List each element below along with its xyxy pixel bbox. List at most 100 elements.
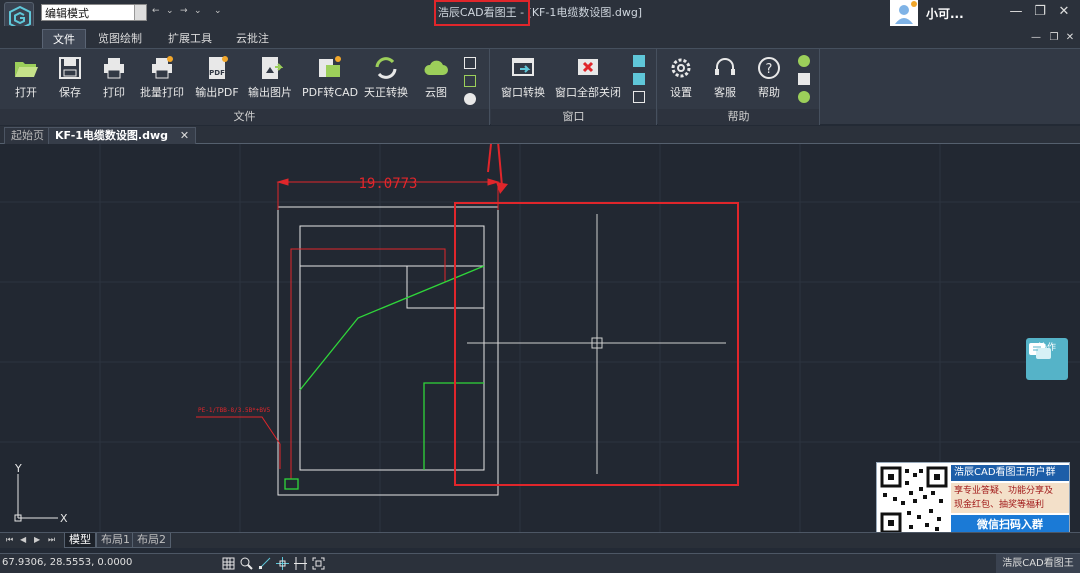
pdf-to-cad-label: PDF转CAD [302, 86, 359, 99]
window-switch-button[interactable]: 窗口转换 [497, 55, 549, 107]
open-button[interactable]: 打开 [8, 55, 44, 107]
ribbon-close-button[interactable]: ✕ [1060, 28, 1080, 48]
restore-button[interactable]: ❐ [1030, 2, 1050, 22]
ad-header: 浩辰CAD看图王用户群 [951, 465, 1069, 481]
avatar[interactable] [890, 0, 918, 26]
new-file-icon[interactable] [464, 57, 476, 69]
pdf-export-icon: PDF [209, 56, 228, 79]
customer-service-button[interactable]: 客服 [708, 55, 742, 107]
tab-cloud-annotation[interactable]: 云批注 [226, 29, 279, 48]
customize-quick-access-icon[interactable]: ⌄ [214, 6, 222, 16]
axis-x-label: X [60, 512, 68, 525]
close-all-windows-button[interactable]: 窗口全部关闭 [553, 55, 623, 107]
tab-model[interactable]: 模型 [64, 533, 96, 548]
window-group-label: 窗口 [491, 109, 656, 125]
printer-icon [104, 58, 124, 79]
cascade-icon[interactable] [633, 91, 645, 103]
prev-layout-icon[interactable]: ◀ [20, 535, 26, 544]
tab-layout1[interactable]: 布局1 [96, 533, 135, 548]
export-image-button[interactable]: 输出图片 [246, 55, 294, 107]
mode-dropdown-value: 编辑模式 [45, 7, 89, 20]
crosshair-cursor [467, 214, 726, 474]
cloud-upload-icon[interactable] [464, 75, 476, 87]
customer-service-label: 客服 [714, 86, 736, 99]
export-image-label: 输出图片 [248, 86, 292, 99]
status-brand: 浩辰CAD看图王 [996, 554, 1080, 573]
annotation-text: PE-1/TBB-8/3.5B*+BV5 [198, 407, 271, 414]
zoom-icon[interactable] [240, 557, 253, 570]
pdf-to-cad-button[interactable]: PDF转CAD [302, 55, 359, 107]
ad-body-line2: 现金红包、抽奖等福利 [954, 500, 1045, 510]
help-group-label: 帮助 [658, 109, 819, 125]
ribbon-minimize-button[interactable]: — [1026, 28, 1046, 48]
first-layout-icon[interactable]: ⏮ [6, 535, 13, 545]
ribbon-panel: 打开 保存 打印 批量打印 PDF 输出PDF 输出图片 PDF转CAD 天正转… [0, 48, 1080, 125]
undo-icon[interactable]: ← [152, 6, 160, 16]
object-snap-icon[interactable] [276, 557, 289, 570]
info-icon[interactable] [798, 91, 810, 103]
file-group: 打开 保存 打印 批量打印 PDF 输出PDF 输出图片 PDF转CAD 天正转… [0, 49, 490, 125]
check-update-icon[interactable] [798, 55, 810, 67]
pdf-to-cad-icon [319, 56, 341, 77]
tab-file[interactable]: 文件 [42, 29, 86, 48]
green-cable-line [299, 265, 485, 391]
drawing-canvas[interactable]: PE-1/TBB-8/3.5B*+BV5 19.0773 Y X 浩辰CAD看图… [0, 144, 1080, 536]
tangent-convert-button[interactable]: 天正转换 [360, 55, 412, 107]
close-all-icon [578, 59, 598, 75]
tab-start-page[interactable]: 起始页 [4, 127, 51, 144]
svg-text:PDF: PDF [209, 69, 225, 77]
wechat-group-ad[interactable]: 浩辰CAD看图王用户群 享专业答疑、功能分享及 现金红包、抽奖等福利 微信扫码入… [876, 462, 1070, 536]
batch-printer-icon [152, 56, 173, 79]
fullscreen-icon[interactable] [312, 557, 325, 570]
help-group: 设置 客服 ? 帮助 帮助 [658, 49, 820, 125]
drawing-outer-frame [277, 206, 499, 496]
user-name[interactable]: 小可... [926, 5, 964, 22]
redo-dropdown-icon[interactable]: ⌄ [194, 6, 202, 16]
tangent-convert-label: 天正转换 [364, 86, 408, 99]
status-bar: 67.9306, 28.5553, 0.0000 浩辰CAD看图王 [0, 553, 1080, 573]
tab-view-draw[interactable]: 览图绘制 [88, 29, 152, 48]
callout-arrow-line [487, 144, 493, 173]
settings-button[interactable]: 设置 [664, 55, 698, 107]
tile-vertical-icon[interactable] [633, 55, 645, 67]
tab-drawing-file[interactable]: KF-1电缆数设图.dwg ✕ [48, 127, 197, 144]
cloud-drawing-label: 云图 [425, 86, 447, 99]
undo-dropdown-icon[interactable]: ⌄ [166, 6, 174, 16]
cursor-coordinates: 67.9306, 28.5553, 0.0000 [2, 557, 133, 568]
tab-layout2[interactable]: 布局2 [132, 533, 171, 548]
title-bar: 编辑模式 ← ⌄ → ⌄ ⌄ 浩辰CAD看图王 - [KF-1电缆数设图.dwg… [0, 0, 1080, 32]
grid-toggle-icon[interactable] [222, 557, 235, 570]
cloud-icon [424, 60, 448, 75]
batch-print-button[interactable]: 批量打印 [138, 55, 186, 107]
next-layout-icon[interactable]: ▶ [34, 535, 40, 544]
ribbon-tab-bar: 文件 览图绘制 扩展工具 云批注 — ❐ ✕ [0, 26, 1080, 48]
document-tab-bar: 起始页 KF-1电缆数设图.dwg ✕ [0, 126, 1080, 144]
save-button[interactable]: 保存 [52, 55, 88, 107]
help-button[interactable]: ? 帮助 [752, 55, 786, 107]
window-group: 窗口转换 窗口全部关闭 窗口 [491, 49, 657, 125]
ucs-axis-icon [14, 474, 58, 522]
collaborate-button[interactable]: 协作 [1026, 338, 1068, 380]
print-button[interactable]: 打印 [96, 55, 132, 107]
ortho-icon[interactable] [294, 557, 307, 570]
close-tab-icon[interactable]: ✕ [180, 129, 189, 142]
export-pdf-button[interactable]: PDF 输出PDF [194, 55, 240, 107]
share-icon[interactable] [464, 93, 476, 105]
cloud-drawing-button[interactable]: 云图 [420, 55, 452, 107]
settings-label: 设置 [670, 86, 692, 99]
layout-tab-bar: ⏮ ◀ ▶ ⏭ 模型 布局1 布局2 [0, 532, 1080, 548]
ad-body: 享专业答疑、功能分享及 现金红包、抽奖等福利 [951, 483, 1069, 513]
close-button[interactable]: ✕ [1054, 2, 1074, 22]
last-layout-icon[interactable]: ⏭ [48, 535, 55, 545]
plugins-icon[interactable] [798, 73, 810, 85]
title-highlight-box [434, 0, 530, 26]
cad-viewer-window: 编辑模式 ← ⌄ → ⌄ ⌄ 浩辰CAD看图王 - [KF-1电缆数设图.dwg… [0, 0, 1080, 573]
polar-tracking-icon[interactable] [258, 557, 271, 570]
tab-extension-tools[interactable]: 扩展工具 [158, 29, 222, 48]
save-icon [59, 57, 81, 79]
tile-horizontal-icon[interactable] [633, 73, 645, 85]
redo-icon[interactable]: → [180, 6, 188, 16]
minimize-button[interactable]: — [1006, 2, 1026, 22]
svg-text:?: ? [766, 62, 773, 77]
mode-dropdown[interactable]: 编辑模式 [41, 4, 147, 21]
